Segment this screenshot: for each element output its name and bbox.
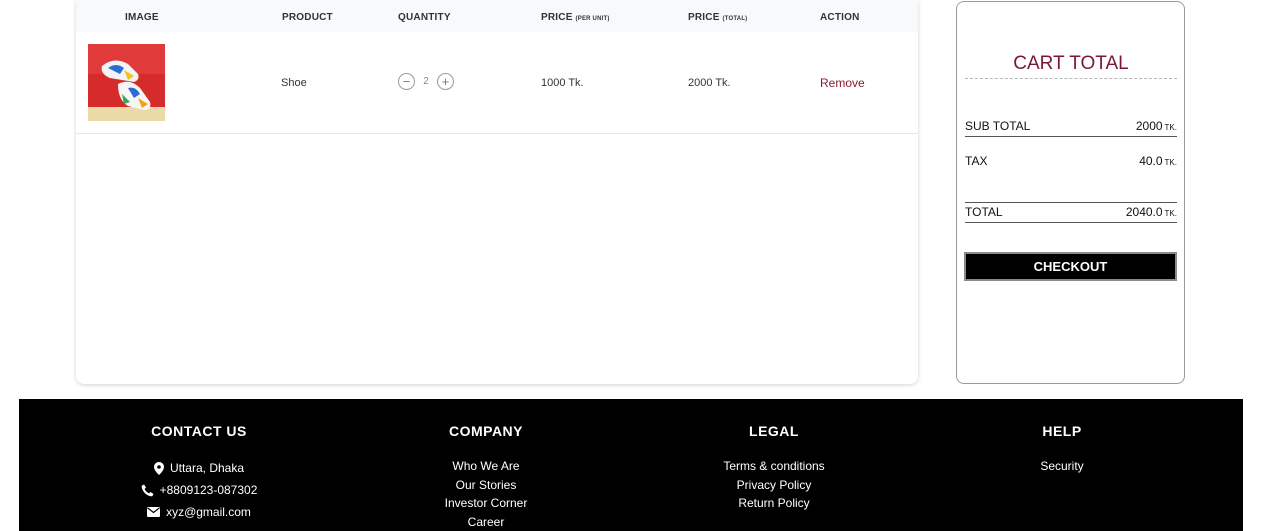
footer-contact-title: CONTACT US [151,423,247,439]
phone-icon [141,484,154,496]
header-image: IMAGE [125,12,159,23]
footer-legal-title: LEGAL [749,423,799,439]
subtotal-label: SUB TOTAL [965,119,1031,133]
tax-currency: TK. [1164,158,1177,167]
total-currency: TK. [1164,209,1177,218]
subtotal-currency: TK. [1164,123,1177,132]
header-price-unit: PRICE (PER UNIT) [541,12,610,23]
total-label: TOTAL [965,205,1003,219]
envelope-icon [147,507,161,517]
footer-link-career[interactable]: Career [356,513,616,531]
cart-total-title: CART TOTAL [965,53,1177,79]
tax-label: TAX [965,154,988,168]
footer-link-investor-corner[interactable]: Investor Corner [356,494,616,513]
footer-link-privacy-policy[interactable]: Privacy Policy [644,476,904,495]
location-pin-icon [153,461,164,475]
contact-phone: +8809123-087302 [69,479,329,501]
plus-icon[interactable]: + [437,73,454,90]
footer-help-title: HELP [1042,423,1082,439]
footer-help: HELP Security [932,423,1192,476]
subtotal-row: SUB TOTAL 2000 TK. [965,119,1177,137]
footer-company: COMPANY Who We Are Our Stories Investor … [356,423,616,531]
tax-value: 40.0 [1139,154,1163,168]
footer-link-our-stories[interactable]: Our Stories [356,476,616,495]
header-product: PRODUCT [282,12,333,23]
contact-address: Uttara, Dhaka [69,457,329,479]
tax-amount: 40.0 TK. [1139,154,1177,168]
subtotal-amount: 2000 TK. [1136,119,1177,133]
cart-table: IMAGE PRODUCT QUANTITY PRICE (PER UNIT) … [76,0,918,384]
header-price-total-label: PRICE [688,12,720,23]
header-quantity: QUANTITY [398,12,451,23]
subtotal-value: 2000 [1135,119,1163,133]
footer-link-return-policy[interactable]: Return Policy [644,494,904,513]
checkout-button[interactable]: CHECKOUT [964,252,1177,281]
footer-link-who-we-are[interactable]: Who We Are [356,457,616,476]
tax-row: TAX 40.0 TK. [965,154,1177,171]
table-row: Shoe − 2 + 1000 Tk. 2000 Tk. Remove [76,32,918,134]
footer: CONTACT US Uttara, Dhaka +8809123-087302… [19,399,1243,531]
footer-legal: LEGAL Terms & conditions Privacy Policy … [644,423,904,513]
quantity-stepper: − 2 + [398,73,454,90]
price-per-unit: 1000 Tk. [541,77,584,89]
contact-address-text: Uttara, Dhaka [169,461,245,475]
footer-company-title: COMPANY [448,423,524,439]
total-amount: 2040.0 TK. [1126,205,1177,219]
contact-email-text: xyz@gmail.com [166,505,251,519]
quantity-value: 2 [423,76,429,87]
price-total: 2000 Tk. [688,77,731,89]
contact-email: xyz@gmail.com [69,501,329,523]
footer-link-security[interactable]: Security [932,457,1192,476]
total-row: TOTAL 2040.0 TK. [965,202,1177,223]
header-price-unit-label: PRICE [541,12,573,23]
contact-phone-text: +8809123-087302 [159,483,258,497]
shoe-image [88,44,165,121]
cart-table-header: IMAGE PRODUCT QUANTITY PRICE (PER UNIT) … [76,0,918,32]
footer-link-terms[interactable]: Terms & conditions [644,457,904,476]
total-value: 2040.0 [1125,205,1163,219]
footer-contact: CONTACT US Uttara, Dhaka +8809123-087302… [69,423,329,523]
cart-total-panel: CART TOTAL SUB TOTAL 2000 TK. TAX 40.0 TK.… [956,1,1185,384]
product-image [88,44,165,121]
header-price-total-note: (TOTAL) [722,16,748,22]
minus-icon[interactable]: − [398,73,415,90]
remove-link[interactable]: Remove [820,76,865,90]
header-action: ACTION [820,12,860,23]
header-price-unit-note: (PER UNIT) [575,16,610,22]
header-price-total: PRICE (TOTAL) [688,12,747,23]
product-name: Shoe [281,77,307,89]
